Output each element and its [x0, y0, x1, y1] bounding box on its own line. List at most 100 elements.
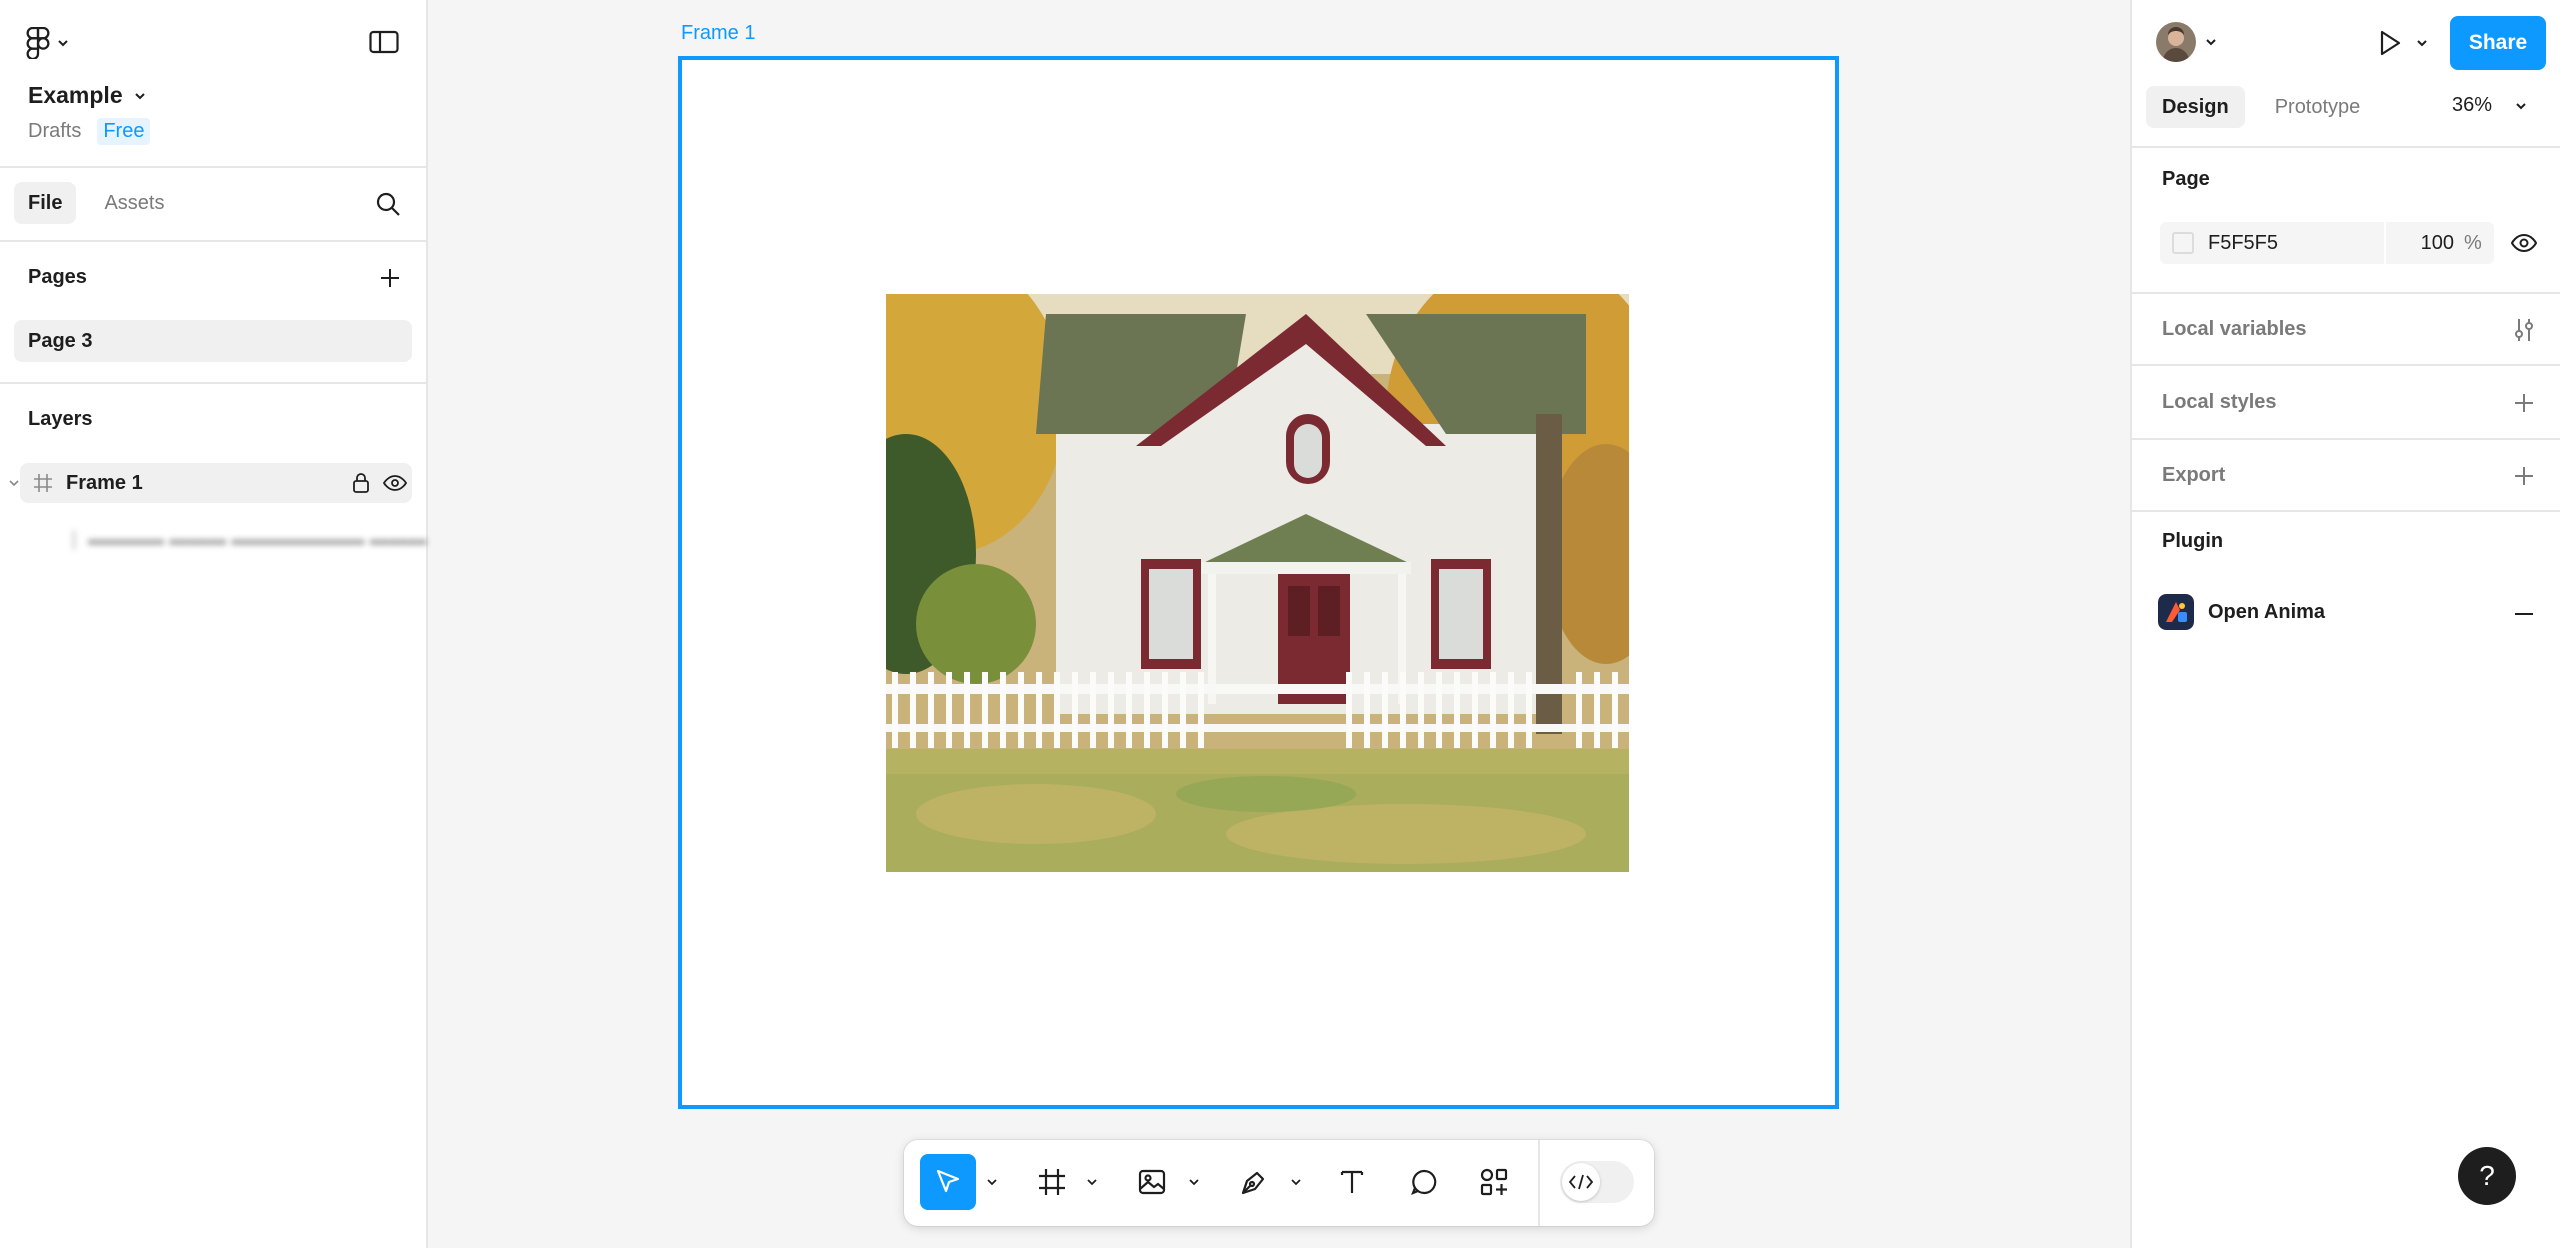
- pen-tool-button[interactable]: [1226, 1154, 1282, 1210]
- chevron-down-icon: [1087, 1179, 1097, 1186]
- export-label: Export: [2162, 464, 2226, 486]
- frame-tool-options[interactable]: [1084, 1170, 1100, 1194]
- frame-label[interactable]: Frame 1: [681, 22, 755, 45]
- divider: [2132, 292, 2560, 294]
- eye-icon: [2511, 233, 2537, 253]
- figma-logo-icon: [26, 27, 50, 59]
- image-tool-button[interactable]: [1124, 1154, 1180, 1210]
- file-name-menu[interactable]: Example: [28, 82, 147, 109]
- actions-icon: [1480, 1168, 1508, 1196]
- anima-plugin-icon: [2158, 594, 2194, 630]
- file-name: Example: [28, 82, 123, 108]
- lock-layer-button[interactable]: [344, 466, 378, 500]
- right-sidebar: Share Design Prototype 36% Page % Local …: [2130, 0, 2560, 1248]
- house-photo[interactable]: [886, 294, 1629, 872]
- plugin-section-title: Plugin: [2162, 530, 2224, 552]
- toggle-page-color-visibility[interactable]: [2506, 225, 2542, 261]
- chevron-down-icon: [58, 40, 68, 47]
- chevron-down-icon: [2417, 40, 2427, 47]
- toggle-visibility-button[interactable]: [378, 466, 412, 500]
- divider: [0, 166, 428, 168]
- plugin-name: Open Anima: [2208, 600, 2326, 623]
- add-local-style-button[interactable]: [2506, 385, 2542, 421]
- chevron-down-icon: [2516, 102, 2526, 109]
- left-panel-tabs: File Assets: [14, 182, 178, 224]
- file-meta: Drafts Free: [28, 118, 151, 145]
- pen-tool-options[interactable]: [1288, 1170, 1304, 1194]
- remove-plugin-button[interactable]: [2506, 596, 2542, 632]
- layer-expand-toggle[interactable]: [8, 474, 20, 492]
- layer-row-redacted[interactable]: ▬▬▬▬ ▬▬▬ ▬▬▬▬▬▬▬ ▬▬▬: [72, 524, 427, 556]
- redacted-layer-name: ▬▬▬▬ ▬▬▬ ▬▬▬▬▬▬▬ ▬▬▬: [88, 529, 427, 550]
- image-tool-options[interactable]: [1186, 1170, 1202, 1194]
- dev-mode-knob: [1562, 1163, 1600, 1201]
- zoom-menu[interactable]: 36%: [2452, 94, 2528, 117]
- add-export-button[interactable]: [2506, 458, 2542, 494]
- present-button[interactable]: [2370, 24, 2410, 62]
- divider: [0, 240, 428, 242]
- chevron-down-icon: [9, 480, 19, 487]
- text-tool-button[interactable]: [1324, 1154, 1380, 1210]
- main-menu-button[interactable]: [26, 24, 82, 62]
- page-color-field: %: [2160, 222, 2494, 264]
- chevron-down-icon: [2206, 39, 2216, 46]
- move-tool-button[interactable]: [920, 1154, 976, 1210]
- tab-assets[interactable]: Assets: [90, 182, 178, 224]
- comment-tool-button[interactable]: [1396, 1154, 1452, 1210]
- chevron-down-icon: [134, 92, 145, 99]
- code-icon: [1568, 1174, 1594, 1190]
- comment-icon: [1411, 1169, 1437, 1195]
- plus-icon: [381, 269, 399, 287]
- pages-title: Pages: [28, 266, 87, 288]
- plugin-item-open-anima[interactable]: Open Anima: [2158, 594, 2325, 630]
- image-icon: [1138, 1169, 1166, 1195]
- avatar: [2156, 22, 2196, 62]
- eye-icon: [383, 475, 407, 491]
- search-layers-button[interactable]: [370, 186, 406, 222]
- help-button[interactable]: ?: [2458, 1147, 2516, 1205]
- figma-editor: Example Drafts Free File Assets Pages Pa…: [0, 0, 2560, 1248]
- divider: [0, 382, 428, 384]
- actions-tool-button[interactable]: [1466, 1154, 1522, 1210]
- divider: [2132, 510, 2560, 512]
- frame-tool-button[interactable]: [1024, 1154, 1080, 1210]
- chevron-down-icon: [987, 1179, 997, 1186]
- divider: [2132, 146, 2560, 148]
- plus-icon: [2515, 394, 2533, 412]
- bottom-toolbar: [904, 1140, 1654, 1226]
- present-options-button[interactable]: [2412, 32, 2432, 54]
- page-opacity-input[interactable]: [2398, 231, 2454, 255]
- percent-symbol: %: [2464, 231, 2482, 254]
- local-styles-label: Local styles: [2162, 391, 2277, 413]
- share-button[interactable]: Share: [2450, 16, 2546, 70]
- sliders-icon: [2515, 319, 2533, 341]
- right-panel-tabs: Design Prototype: [2146, 86, 2376, 128]
- tab-file[interactable]: File: [14, 182, 77, 224]
- tab-prototype[interactable]: Prototype: [2259, 86, 2377, 128]
- color-swatch[interactable]: [2172, 232, 2194, 254]
- text-icon: [1340, 1170, 1364, 1193]
- image-layer-icon: [72, 530, 76, 550]
- local-variables-button[interactable]: [2506, 312, 2542, 348]
- zoom-level: 36%: [2452, 94, 2493, 116]
- plus-icon: [2515, 467, 2533, 485]
- page-item-page-3[interactable]: Page 3: [14, 320, 412, 362]
- pen-icon: [1241, 1171, 1265, 1195]
- file-location[interactable]: Drafts: [28, 120, 81, 143]
- tab-design[interactable]: Design: [2146, 86, 2245, 128]
- move-tool-options[interactable]: [984, 1170, 1000, 1194]
- frame-icon: [1039, 1169, 1065, 1195]
- left-sidebar: Example Drafts Free File Assets Pages Pa…: [0, 0, 428, 1248]
- layer-row-frame-1[interactable]: Frame 1: [20, 463, 412, 503]
- toggle-sidebar-button[interactable]: [364, 24, 404, 60]
- frame-icon: [20, 473, 66, 493]
- user-menu-button[interactable]: [2156, 22, 2218, 62]
- page-color-hex-input[interactable]: [2208, 231, 2384, 255]
- sidebar-toggle-icon: [369, 30, 399, 54]
- plan-badge[interactable]: Free: [97, 118, 151, 145]
- search-icon: [376, 192, 400, 216]
- dev-mode-toggle[interactable]: [1560, 1161, 1634, 1203]
- add-page-button[interactable]: [372, 260, 408, 296]
- toolbar-divider: [1538, 1140, 1540, 1226]
- local-variables-label[interactable]: Local variables: [2162, 318, 2307, 341]
